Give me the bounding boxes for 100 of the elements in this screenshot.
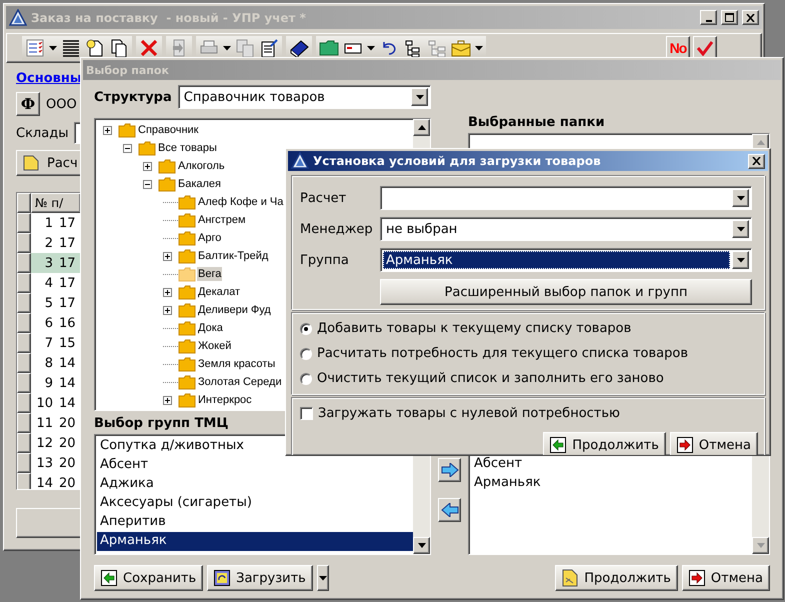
copy-icon[interactable] (109, 38, 129, 58)
table-cell-text: 5 (44, 295, 54, 313)
close-button[interactable] (748, 154, 765, 168)
new-document-icon[interactable] (85, 38, 105, 58)
tree-item[interactable]: Вега (197, 267, 222, 281)
checkbox[interactable] (300, 407, 313, 420)
caret-icon[interactable] (318, 576, 327, 580)
select-field[interactable] (380, 186, 752, 210)
list-item[interactable]: Абсент (471, 455, 752, 474)
delete-icon[interactable] (139, 38, 159, 58)
tree-item[interactable]: Золотая Середи (197, 375, 283, 389)
expand-toggle[interactable] (163, 252, 172, 260)
row-header[interactable] (17, 373, 31, 393)
continue-button[interactable]: Продолжить (555, 565, 678, 591)
close-icon[interactable] (752, 157, 761, 165)
tree-item[interactable]: Бакалея (177, 177, 222, 191)
tree-item[interactable]: Алкоголь (177, 159, 226, 173)
row-header[interactable] (17, 313, 31, 333)
row-header[interactable] (17, 433, 31, 453)
org-button[interactable]: Ф (16, 92, 40, 116)
expand-toggle[interactable] (163, 396, 172, 404)
up-arrow-icon[interactable] (418, 125, 426, 130)
caret-icon[interactable] (367, 46, 375, 50)
cancel-button[interactable]: Отмена (670, 432, 758, 455)
row-header[interactable] (17, 353, 31, 373)
document-icon[interactable] (23, 155, 39, 171)
list-icon[interactable] (25, 38, 45, 58)
close-button[interactable] (742, 10, 759, 25)
list-item[interactable]: Аксесуары (сигареты) (97, 494, 413, 513)
save-button[interactable]: Сохранить (94, 565, 204, 591)
structure-select[interactable]: Справочник товаров (178, 85, 431, 109)
edit-document-icon[interactable] (259, 38, 279, 58)
row-header[interactable] (17, 293, 31, 313)
close-icon[interactable] (746, 14, 755, 22)
down-arrow-icon[interactable] (418, 543, 426, 548)
row-header[interactable] (17, 213, 31, 233)
load-button[interactable]: Загрузить (207, 565, 313, 591)
expand-toggle[interactable] (163, 288, 172, 296)
caret-icon[interactable] (736, 226, 744, 232)
tree-item[interactable]: Интеркрос (197, 393, 253, 407)
tree-item[interactable]: Дока (197, 321, 224, 335)
row-header[interactable] (17, 413, 31, 433)
corner-header[interactable] (17, 193, 31, 213)
tree-item[interactable]: Жокей (197, 339, 232, 353)
expand-toggle[interactable] (103, 126, 112, 134)
remove-button[interactable] (438, 498, 461, 522)
tree-item[interactable]: Деливери Фуд (197, 303, 272, 317)
maximize-icon[interactable] (725, 13, 734, 22)
row-header[interactable] (17, 333, 31, 353)
tree-item[interactable]: Арго (197, 231, 222, 245)
tree-item[interactable]: Балтик-Трейд (197, 249, 270, 263)
row-header[interactable] (17, 273, 31, 293)
caret-icon[interactable] (416, 94, 424, 100)
expand-toggle[interactable] (163, 306, 172, 314)
tree-item[interactable]: Ангстрем (197, 213, 247, 227)
tree-item[interactable]: Справочник (137, 123, 200, 137)
add-button[interactable] (438, 458, 461, 482)
radio-button[interactable] (300, 348, 312, 360)
row-header[interactable] (17, 473, 31, 489)
row-header[interactable] (17, 233, 31, 253)
cancel-button[interactable]: Отмена (682, 565, 770, 591)
caret-icon[interactable] (49, 46, 57, 50)
collapse-toggle[interactable] (123, 144, 132, 152)
caret-icon[interactable] (475, 46, 483, 50)
tree-item[interactable]: Все товары (157, 141, 218, 155)
dropdown-button[interactable] (316, 565, 329, 591)
select-field[interactable]: не выбран (380, 217, 752, 241)
tab-link[interactable]: Основны (16, 71, 82, 86)
folder-icon[interactable] (319, 38, 339, 58)
caret-icon[interactable] (223, 46, 231, 50)
tree-item[interactable]: Земля красоты (197, 357, 276, 371)
row-header[interactable] (17, 253, 31, 273)
radio-button[interactable] (300, 372, 312, 384)
book-icon[interactable] (289, 38, 309, 58)
list-item[interactable]: Абсент (97, 456, 413, 475)
collapse-toggle[interactable] (143, 180, 152, 188)
briefcase-icon[interactable] (451, 38, 471, 58)
row-header[interactable] (17, 393, 31, 413)
refresh-icon (214, 570, 230, 586)
checkbox-label: Загружать товары с нулевой потребностью (318, 406, 620, 421)
caret-icon[interactable] (736, 196, 744, 200)
tree-item[interactable]: Алеф Кофе и Ча (197, 195, 284, 209)
expand-toggle[interactable] (143, 162, 152, 170)
select-field[interactable]: Арманьяк (380, 248, 752, 272)
list-item[interactable]: Аперитив (97, 513, 413, 532)
radio-button[interactable] (300, 322, 312, 334)
minimize-button[interactable] (700, 10, 717, 25)
maximize-button[interactable] (721, 10, 738, 25)
advanced-selection-button[interactable]: Расширенный выбор папок и групп (380, 279, 752, 305)
continue-button[interactable]: Продолжить (543, 432, 666, 455)
list-item[interactable]: Арманьяк (471, 474, 752, 493)
tree-item[interactable]: Декалат (197, 285, 242, 299)
list-item[interactable]: Арманьяк (97, 532, 413, 551)
row-header[interactable] (17, 453, 31, 473)
column-header[interactable]: № п/ (31, 193, 81, 213)
caret-icon[interactable] (736, 258, 744, 262)
lines-icon[interactable] (61, 38, 81, 58)
checkmark-icon[interactable] (696, 40, 714, 56)
folder-icon (178, 338, 196, 354)
list-item[interactable]: Аджика (97, 475, 413, 494)
